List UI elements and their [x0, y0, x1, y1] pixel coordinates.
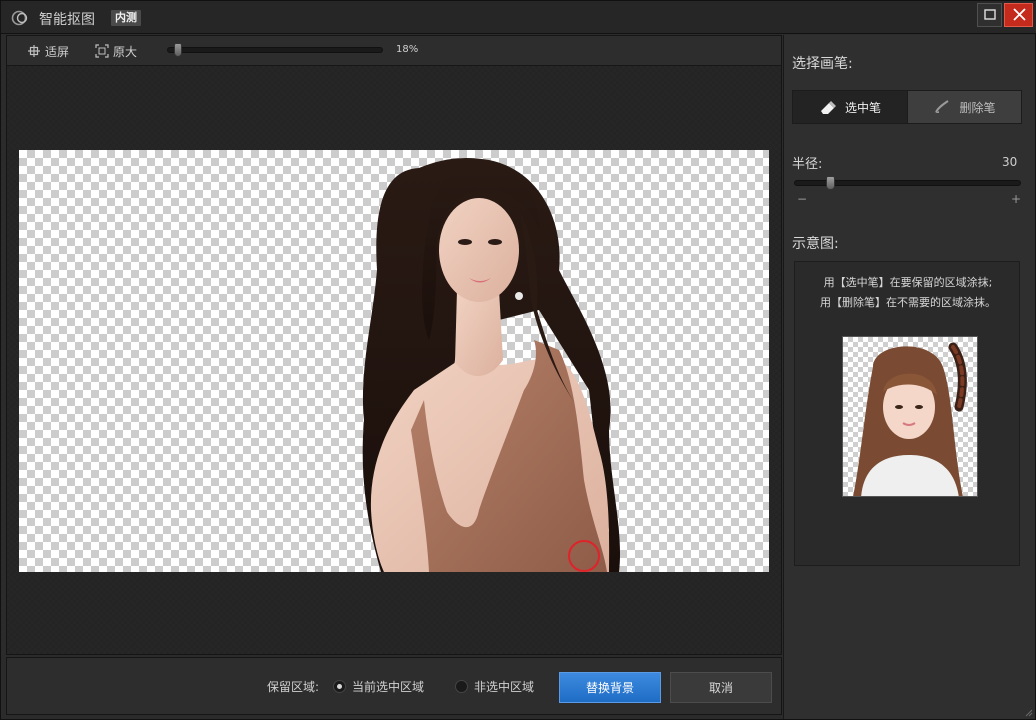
radius-label: 半径:: [792, 157, 823, 172]
keep-unselected-radio[interactable]: 非选中区域: [455, 678, 534, 695]
demo-box: 用【选中笔】在要保留的区域涂抹; 用【删除笔】在不需要的区域涂抹。: [794, 261, 1020, 566]
delete-pen-label: 删除笔: [959, 100, 996, 115]
view-toolbar: 适屏 原大 18%: [7, 36, 781, 66]
window-title: 智能抠图: [39, 12, 95, 28]
keep-selected-radio[interactable]: 当前选中区域: [333, 678, 424, 695]
maximize-button[interactable]: [977, 3, 1002, 27]
fit-screen-button[interactable]: 适屏: [27, 42, 69, 60]
replace-background-button[interactable]: 替换背景: [559, 672, 661, 703]
choose-pen-label: 选择画笔:: [792, 56, 853, 72]
demo-instruction-2: 用【删除笔】在不需要的区域涂抹。: [820, 296, 996, 309]
original-size-button[interactable]: 原大: [95, 42, 137, 60]
close-button[interactable]: [1004, 3, 1033, 27]
radius-slider-thumb[interactable]: [826, 176, 835, 190]
brush-delete-icon: [935, 100, 950, 113]
delete-pen-button[interactable]: 删除笔: [907, 91, 1021, 123]
radio-dot-selected[interactable]: [333, 680, 346, 693]
cutout-canvas[interactable]: [19, 150, 769, 572]
radius-increase-icon[interactable]: +: [1011, 192, 1021, 206]
cancel-button[interactable]: 取消: [670, 672, 772, 703]
keep-area-label: 保留区域:: [267, 680, 320, 694]
app-logo-icon: [11, 10, 28, 26]
zoom-slider-thumb[interactable]: [174, 43, 182, 57]
fit-screen-icon: [28, 45, 40, 57]
radius-slider[interactable]: [794, 176, 1021, 190]
fit-screen-label: 适屏: [45, 44, 70, 59]
smart-cutout-window: 智能抠图 内测 适屏 原大 18% 保留区域: 当前选中区域 非选中区域 替换背…: [0, 0, 1036, 720]
brush-settings-panel: 选择画笔: 选中笔 删除笔 半径: 30 − + 示意图: 用【选中笔】在要保留…: [783, 35, 1035, 719]
brush-cursor: [568, 540, 600, 572]
original-size-icon: [95, 44, 109, 58]
maximize-icon: [984, 9, 996, 20]
demo-image: [842, 336, 978, 497]
select-pen-button[interactable]: 选中笔: [793, 91, 907, 123]
zoom-slider[interactable]: [167, 43, 383, 57]
beta-badge: 内测: [111, 10, 141, 26]
radio-dot-unselected[interactable]: [455, 680, 468, 693]
close-icon: [1013, 8, 1026, 21]
resize-grip-icon[interactable]: [1023, 707, 1033, 717]
zoom-percent: 18%: [396, 44, 419, 55]
demo-instruction-1: 用【选中笔】在要保留的区域涂抹;: [823, 276, 993, 289]
cutout-subject-image: [362, 157, 621, 572]
eraser-pen-icon: [820, 101, 836, 114]
radius-value: 30: [1002, 155, 1018, 169]
radius-decrease-icon[interactable]: −: [797, 192, 807, 206]
keep-unselected-label: 非选中区域: [474, 680, 535, 694]
demo-portrait-image: [853, 342, 967, 496]
select-pen-label: 选中笔: [844, 100, 881, 115]
bottom-bar: 保留区域: 当前选中区域 非选中区域 替换背景 取消: [6, 657, 782, 715]
canvas-pane: 适屏 原大 18%: [6, 35, 782, 655]
keep-selected-label: 当前选中区域: [352, 680, 425, 694]
demo-label: 示意图:: [792, 236, 839, 252]
title-bar[interactable]: 智能抠图 内测: [1, 1, 1036, 34]
original-size-label: 原大: [113, 44, 138, 59]
pen-selector: 选中笔 删除笔: [792, 90, 1022, 124]
